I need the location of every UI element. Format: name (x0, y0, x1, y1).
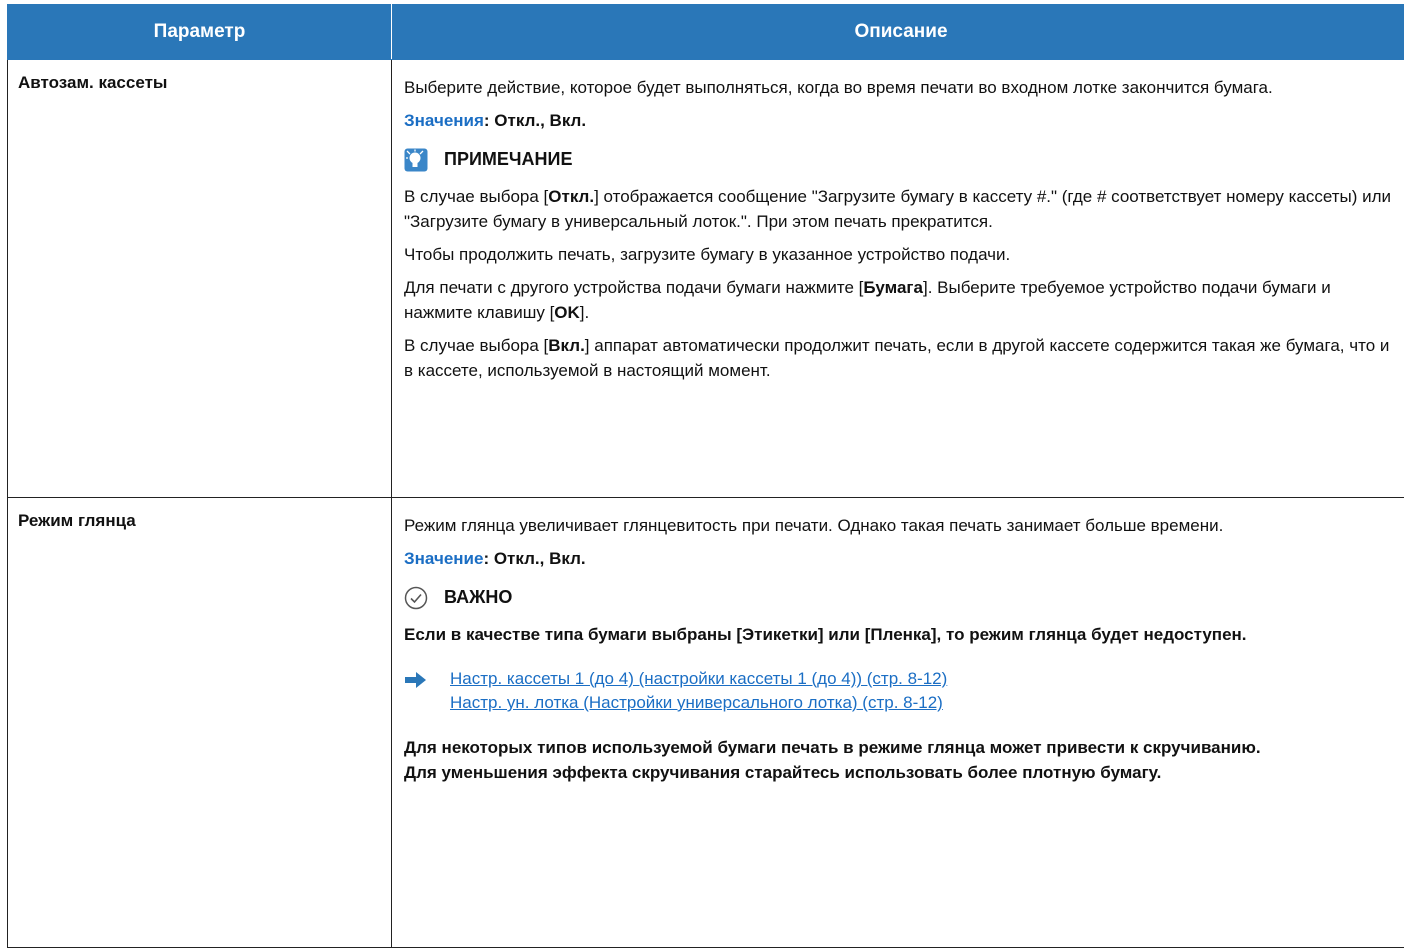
warning-line: Для некоторых типов используемой бумаги … (404, 738, 1261, 757)
header-param: Параметр (7, 4, 392, 60)
warning-line: Для уменьшения эффекта скручивания стара… (404, 763, 1162, 782)
key-on: Вкл. (548, 336, 585, 355)
on-paragraph: В случае выбора [Вкл.] аппарат автоматич… (404, 333, 1402, 383)
right-arrow-icon (404, 670, 428, 690)
header-description: Описание (391, 4, 1404, 60)
lightbulb-note-icon (404, 148, 428, 172)
link-cassette-settings[interactable]: Настр. кассеты 1 (до 4) (настройки кассе… (450, 667, 947, 691)
important-heading: ВАЖНО (404, 585, 1402, 610)
values-line: Значение: Откл., Вкл. (404, 546, 1402, 571)
intro-text: Режим глянца увеличивает глянцевитость п… (404, 516, 1224, 535)
warning-text: Для некоторых типов используемой бумаги … (404, 735, 1402, 785)
text-fragment: ]. (579, 303, 590, 322)
text-fragment: В случае выбора [ (404, 336, 549, 355)
paper-paragraph: Для печати с другого устройства подачи б… (404, 275, 1402, 325)
note-paragraph: В случае выбора [Откл.] отображается соо… (404, 184, 1402, 234)
key-ok: OK (554, 303, 580, 322)
settings-table: Параметр Описание Автозам. кассеты Выбер… (7, 4, 1404, 948)
important-title: ВАЖНО (444, 587, 513, 607)
table-row: Режим глянца Режим глянца увеличивает гл… (7, 497, 1404, 948)
note-heading: ПРИМЕЧАНИЕ (404, 147, 1402, 172)
values-text: : Откл., Вкл. (483, 549, 586, 568)
param-description: Выберите действие, которое будет выполня… (391, 59, 1404, 498)
key-off: Откл. (548, 187, 595, 206)
link-mp-tray-settings[interactable]: Настр. ун. лотка (Настройки универсально… (450, 691, 947, 715)
table-header-row: Параметр Описание (7, 4, 1404, 60)
param-name: Режим глянца (7, 497, 392, 948)
param-name: Автозам. кассеты (7, 59, 392, 498)
continue-paragraph: Чтобы продолжить печать, загрузите бумаг… (404, 245, 1011, 264)
intro-text: Выберите действие, которое будет выполня… (404, 78, 1273, 97)
checkmark-circle-icon (404, 586, 428, 610)
values-label: Значения (404, 111, 484, 130)
important-text: Если в качестве типа бумаги выбраны [Эти… (404, 625, 1247, 644)
values-line: Значения: Откл., Вкл. (404, 108, 1402, 133)
text-fragment: В случае выбора [ (404, 187, 549, 206)
param-description: Режим глянца увеличивает глянцевитость п… (391, 497, 1404, 948)
table-row: Автозам. кассеты Выберите действие, кото… (7, 59, 1404, 498)
text-fragment: Для печати с другого устройства подачи б… (404, 278, 864, 297)
key-paper: Бумага (863, 278, 923, 297)
note-title: ПРИМЕЧАНИЕ (444, 149, 573, 169)
values-label: Значение (404, 549, 484, 568)
values-text: : Откл., Вкл. (483, 111, 587, 130)
reference-links: Настр. кассеты 1 (до 4) (настройки кассе… (404, 667, 1402, 715)
